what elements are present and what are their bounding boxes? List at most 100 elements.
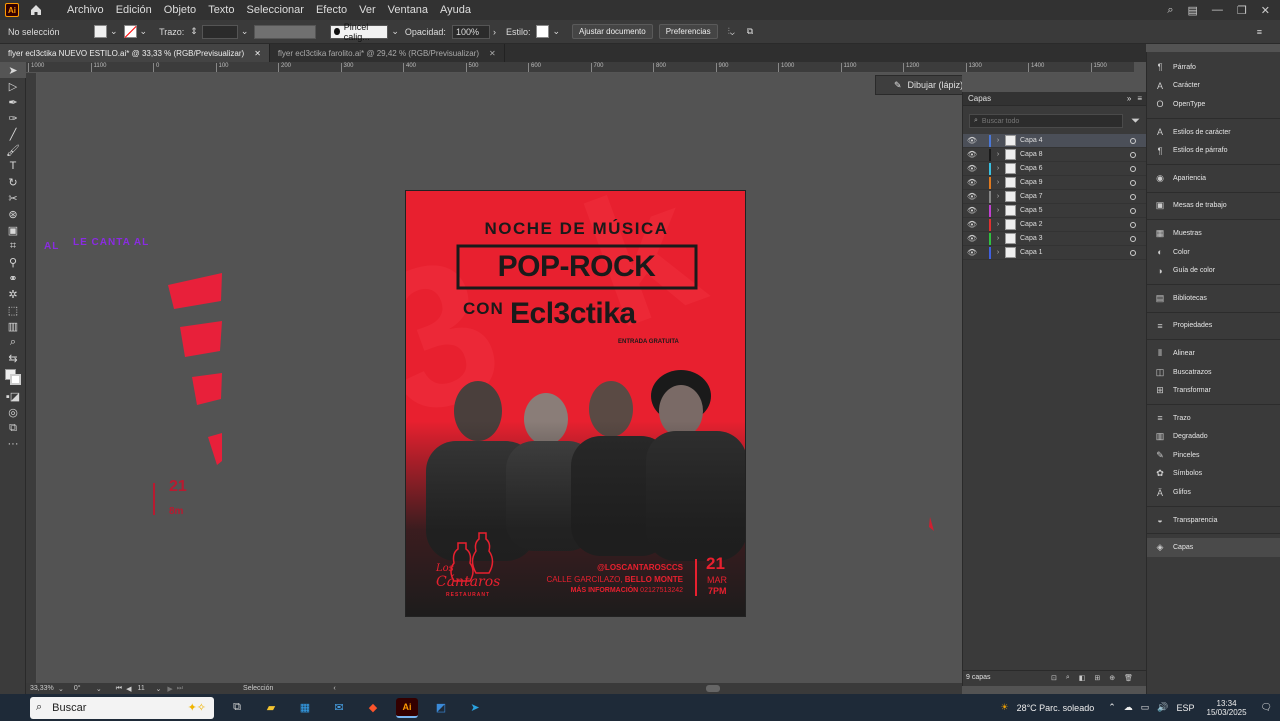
panel-apariencia[interactable]: ◉ Apariencia bbox=[1147, 169, 1280, 188]
opacity-field[interactable]: 100% bbox=[451, 24, 490, 39]
task-view-icon[interactable]: ⧉ bbox=[226, 698, 248, 718]
layer-row[interactable]: 👁 › Capa 1 bbox=[963, 246, 1146, 260]
draw-pencil-button[interactable]: Dibujar (lápiz) bbox=[908, 80, 962, 90]
chevron-down-icon[interactable]: ⌄ bbox=[58, 685, 64, 693]
visibility-eye-icon[interactable]: 👁 bbox=[963, 164, 981, 173]
flyer-date-time[interactable]: 7PM bbox=[708, 586, 727, 596]
search-icon[interactable]: ⌕ bbox=[1167, 4, 1173, 17]
panel-parrafo[interactable]: ¶ Párrafo bbox=[1147, 58, 1280, 77]
more-tools-icon[interactable]: ··· bbox=[0, 436, 26, 452]
preferences-button[interactable]: Preferencias bbox=[658, 24, 718, 39]
draw-mode-icon[interactable]: ◎ bbox=[0, 404, 26, 420]
layer-name[interactable]: Capa 5 bbox=[1020, 207, 1043, 214]
volume-icon[interactable]: 🔊 bbox=[1157, 702, 1168, 713]
direct-selection-tool-icon[interactable]: ▷ bbox=[0, 78, 26, 94]
artboard-tool-icon[interactable]: ⬚ bbox=[0, 302, 26, 318]
stroke-weight-field[interactable] bbox=[201, 24, 238, 39]
layer-name[interactable]: Capa 6 bbox=[1020, 165, 1043, 172]
chevron-down-icon[interactable]: ⌄ bbox=[241, 26, 249, 37]
scroll-left-icon[interactable]: ‹ bbox=[333, 685, 335, 692]
isolate-icon[interactable]: ⧉ bbox=[747, 26, 753, 37]
panel-menu-icon[interactable]: ≡ bbox=[1137, 94, 1142, 103]
menu-seleccionar[interactable]: Seleccionar bbox=[240, 4, 309, 16]
expand-arrow-icon[interactable]: › bbox=[991, 235, 1005, 242]
red-shapes[interactable] bbox=[165, 269, 235, 469]
chevron-down-icon[interactable]: ⌄ bbox=[552, 26, 560, 37]
brave-browser-icon[interactable]: ◆ bbox=[362, 698, 384, 718]
chevron-down-icon[interactable]: ⌄ bbox=[391, 26, 399, 37]
target-circle-icon[interactable] bbox=[1130, 179, 1136, 186]
selection-tool-icon[interactable]: ➤ bbox=[0, 62, 26, 78]
layer-name[interactable]: Capa 9 bbox=[1020, 179, 1043, 186]
network-icon[interactable]: ▭ bbox=[1141, 702, 1150, 713]
layer-row[interactable]: 👁 › Capa 9 bbox=[963, 176, 1146, 190]
clock[interactable]: 13:34 15/03/2025 bbox=[1207, 699, 1247, 717]
visibility-eye-icon[interactable]: 👁 bbox=[963, 248, 981, 257]
weather-text[interactable]: 28°C Parc. soleado bbox=[1017, 703, 1095, 713]
visibility-eye-icon[interactable]: 👁 bbox=[963, 192, 981, 201]
horizontal-scrollbar-thumb[interactable] bbox=[705, 685, 720, 692]
expand-arrow-icon[interactable]: › bbox=[991, 207, 1005, 214]
layers-search-input[interactable]: ⌕ Buscar todo bbox=[969, 114, 1124, 128]
layer-row[interactable]: 👁 › Capa 6 bbox=[963, 162, 1146, 176]
venue-logo-los[interactable]: Los bbox=[436, 563, 454, 574]
scissors-tool-icon[interactable]: ✂ bbox=[0, 190, 26, 206]
canvas-text-le-canta[interactable]: LE CANTA AL bbox=[73, 237, 149, 248]
flyer-date-month[interactable]: MAR bbox=[707, 575, 727, 585]
telegram-icon[interactable]: ➤ bbox=[464, 698, 486, 718]
panel-alinear[interactable]: ⫴ Alinear bbox=[1147, 344, 1280, 363]
layer-name[interactable]: Capa 1 bbox=[1020, 249, 1043, 256]
expand-arrow-icon[interactable]: › bbox=[991, 151, 1005, 158]
expand-arrow-icon[interactable]: › bbox=[991, 165, 1005, 172]
menu-texto[interactable]: Texto bbox=[202, 4, 240, 16]
layer-name[interactable]: Capa 7 bbox=[1020, 193, 1043, 200]
panel-transparencia[interactable]: ◒ Transparencia bbox=[1147, 511, 1280, 530]
new-layer-icon[interactable]: ⊕ bbox=[1109, 674, 1115, 682]
blend-tool-icon[interactable]: ⚭ bbox=[0, 270, 26, 286]
stroke-control[interactable]: ⌄ bbox=[123, 25, 147, 39]
flyer-title[interactable]: POP-ROCK bbox=[406, 250, 745, 284]
target-circle-icon[interactable] bbox=[1130, 221, 1136, 228]
panel-degradado[interactable]: ▥ Degradado bbox=[1147, 428, 1280, 447]
arrange-icon[interactable]: ⫶⌄ bbox=[728, 26, 735, 37]
panel-trazo[interactable]: ≡ Trazo bbox=[1147, 409, 1280, 428]
visibility-eye-icon[interactable]: 👁 bbox=[963, 178, 981, 187]
flyer-handle[interactable]: @LOSCANTAROSCCS bbox=[597, 563, 683, 572]
menu-efecto[interactable]: Efecto bbox=[310, 4, 353, 16]
restore-icon[interactable]: ❐ bbox=[1237, 4, 1247, 17]
expand-arrow-icon[interactable]: › bbox=[991, 249, 1005, 256]
panel-pinceles[interactable]: ✎ Pinceles bbox=[1147, 446, 1280, 465]
color-mode-icon[interactable]: ▪◪ bbox=[0, 388, 26, 404]
panel-mesas-de-trabajo[interactable]: ▣ Mesas de trabajo bbox=[1147, 197, 1280, 216]
layer-row[interactable]: 👁 › Capa 5 bbox=[963, 204, 1146, 218]
tab-document-1[interactable]: flyer ecl3ctika NUEVO ESTILO.ai* @ 33,33… bbox=[0, 44, 270, 62]
curvature-tool-icon[interactable]: ✑ bbox=[0, 110, 26, 126]
brush-definition[interactable]: Pincel calig... ⌄ bbox=[330, 22, 399, 42]
chevron-down-icon[interactable]: ⌄ bbox=[110, 26, 118, 37]
visibility-eye-icon[interactable]: 👁 bbox=[963, 136, 981, 145]
visibility-eye-icon[interactable]: 👁 bbox=[963, 234, 981, 243]
gradient-tool-icon[interactable]: ▣ bbox=[0, 222, 26, 238]
stepper-icon[interactable]: ⇕ bbox=[190, 26, 198, 37]
onedrive-icon[interactable]: ☁ bbox=[1124, 702, 1133, 713]
minimize-icon[interactable]: — bbox=[1212, 4, 1223, 16]
layer-name[interactable]: Capa 2 bbox=[1020, 221, 1043, 228]
panel-muestras[interactable]: ▦ Muestras bbox=[1147, 224, 1280, 243]
prev-artboard-icon[interactable]: ◀ bbox=[126, 685, 131, 693]
panel-caracter[interactable]: A Carácter bbox=[1147, 77, 1280, 96]
opacity-control[interactable]: 100% › bbox=[451, 24, 496, 39]
panel-transformar[interactable]: ⊞ Transformar bbox=[1147, 381, 1280, 400]
notifications-icon[interactable]: 🗨 bbox=[1261, 702, 1272, 713]
flyer-free-entry[interactable]: ENTRADA GRATUITA bbox=[618, 339, 679, 345]
target-circle-icon[interactable] bbox=[1130, 151, 1136, 158]
canvas-text-al[interactable]: AL bbox=[44, 241, 59, 252]
flyer-band-name[interactable]: Ecl3ctika bbox=[510, 297, 636, 331]
expand-arrow-icon[interactable]: › bbox=[991, 137, 1005, 144]
visibility-eye-icon[interactable]: 👁 bbox=[963, 150, 981, 159]
layer-row[interactable]: 👁 › Capa 8 bbox=[963, 148, 1146, 162]
collect-export-icon[interactable]: ⊡ bbox=[1051, 674, 1057, 682]
mesh-tool-icon[interactable]: ⌗ bbox=[0, 238, 26, 254]
home-icon[interactable] bbox=[29, 3, 43, 17]
close-icon[interactable]: ✕ bbox=[254, 49, 261, 58]
chevron-down-icon[interactable]: ⌄ bbox=[96, 685, 102, 693]
